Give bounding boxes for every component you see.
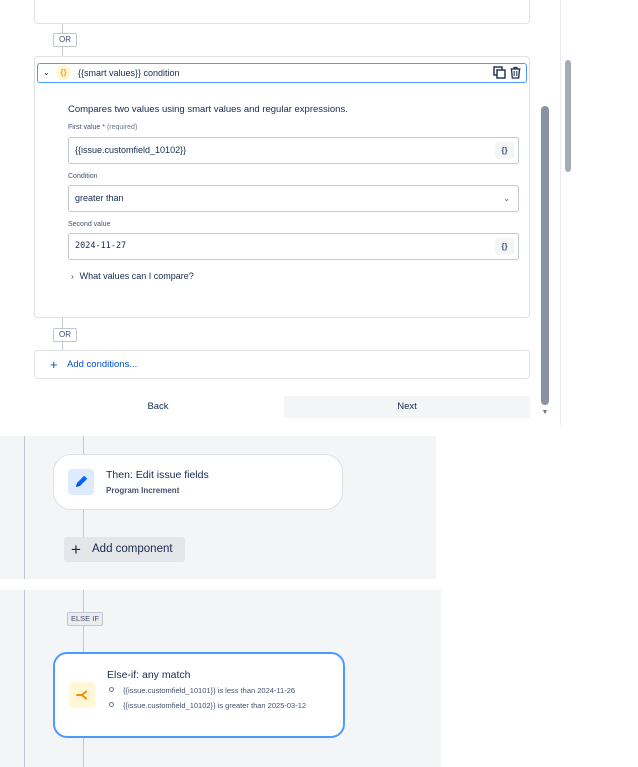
chevron-down-icon[interactable]: ⌄ <box>43 67 53 79</box>
scroll-down-arrow-icon[interactable]: ▼ <box>541 409 549 417</box>
edit-issue-fields-card[interactable]: Then: Edit issue fields Program Incremen… <box>53 454 343 510</box>
smart-value-condition-card: ⌄ {} {{smart values}} condition Compares… <box>34 56 530 318</box>
second-value-input[interactable]: 2024-11-27 {} <box>68 233 519 260</box>
condition-select[interactable]: greater than ⌄ <box>68 185 519 212</box>
smart-value-picker-button[interactable]: {} <box>495 142 514 159</box>
inner-scrollbar[interactable] <box>541 106 549 405</box>
then-action-panel: Then: Edit issue fields Program Incremen… <box>0 436 436 579</box>
list-item: {{issue.customfield_10102}} is greater t… <box>109 701 329 711</box>
or-badge: OR <box>53 328 77 342</box>
connector-line <box>83 590 84 612</box>
condition-label: Condition <box>68 173 98 180</box>
first-value-label: First value * (required) <box>68 124 138 131</box>
else-if-title: Else-if: any match <box>107 669 191 681</box>
trash-icon[interactable] <box>509 66 522 79</box>
branch-icon <box>69 682 95 708</box>
connector-line <box>83 510 84 537</box>
add-component-button[interactable]: + Add component <box>64 537 185 562</box>
outer-scrollbar-thumb[interactable] <box>565 60 571 172</box>
condition-description: Compares two values using smart values a… <box>68 104 348 115</box>
rule-rail-line <box>24 436 25 579</box>
pencil-icon <box>68 469 94 495</box>
condition-select-value: greater than <box>75 193 124 203</box>
next-button[interactable]: Next <box>284 396 530 418</box>
action-title: Then: Edit issue fields <box>106 469 209 481</box>
or-badge: OR <box>53 33 77 47</box>
previous-condition-card[interactable] <box>34 0 530 24</box>
condition-title: {{smart values}} condition <box>78 68 180 78</box>
first-value-input[interactable]: {{issue.customfield_10102}} {} <box>68 137 519 164</box>
else-if-conditions-list: {{issue.customfield_10101}} is less than… <box>109 686 329 716</box>
else-if-panel: ELSE IF Else-if: any match {{issue.custo… <box>0 590 441 767</box>
back-button[interactable]: Back <box>34 396 282 418</box>
second-value-label: Second value <box>68 221 111 228</box>
plus-icon: + <box>71 540 81 559</box>
what-values-expander[interactable]: › What values can I compare? <box>71 271 194 281</box>
first-value-text: {{issue.customfield_10102}} <box>75 145 187 155</box>
else-if-card[interactable]: Else-if: any match {{issue.customfield_1… <box>53 652 345 738</box>
list-item: {{issue.customfield_10101}} is less than… <box>109 686 329 696</box>
condition-header[interactable]: ⌄ {} {{smart values}} condition <box>37 63 527 83</box>
bullet-icon <box>109 687 114 692</box>
connector-line <box>83 436 84 454</box>
else-if-badge: ELSE IF <box>67 612 103 626</box>
smart-values-icon: {} <box>56 65 71 80</box>
add-conditions-button[interactable]: + Add conditions... <box>34 350 530 379</box>
condition-editor-panel: OR ⌄ {} {{smart values}} condition Compa… <box>0 0 577 425</box>
bullet-icon <box>109 702 114 707</box>
smart-value-picker-button[interactable]: {} <box>495 238 514 255</box>
connector-line <box>83 738 84 767</box>
duplicate-icon[interactable] <box>493 66 506 79</box>
rule-rail-line <box>24 590 25 767</box>
chevron-down-icon: ⌄ <box>503 194 510 203</box>
action-subtitle: Program Increment <box>106 486 180 495</box>
plus-icon: + <box>50 357 58 372</box>
second-value-text: 2024-11-27 <box>75 241 127 251</box>
connector-line <box>83 626 84 652</box>
chevron-right-icon: › <box>71 272 74 281</box>
